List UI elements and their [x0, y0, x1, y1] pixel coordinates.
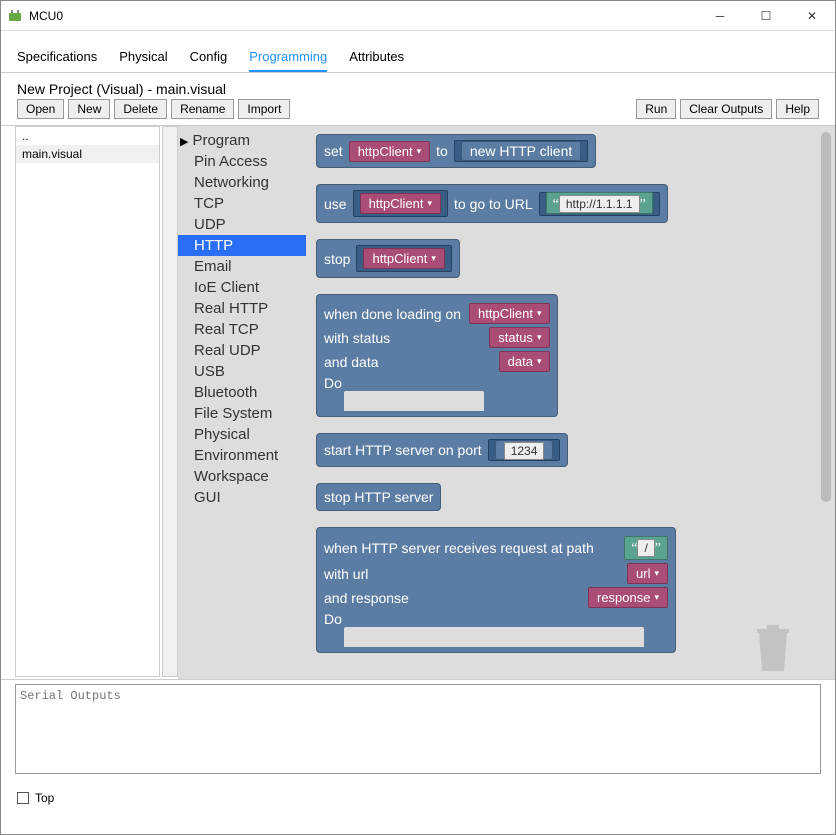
cat-email[interactable]: Email — [178, 256, 306, 277]
run-button[interactable]: Run — [636, 99, 676, 119]
toolbar: Open New Delete Rename Import Run Clear … — [1, 99, 835, 125]
use-label: use — [324, 196, 347, 212]
url-string[interactable]: “http://1.1.1.1” — [546, 192, 653, 214]
block-categories: Program Pin Access Networking TCP UDP HT… — [178, 126, 306, 679]
do-label2: Do — [324, 611, 342, 627]
tab-specifications[interactable]: Specifications — [17, 49, 97, 72]
cat-realhttp[interactable]: Real HTTP — [178, 298, 306, 319]
close-button[interactable]: ✕ — [789, 1, 835, 31]
bottom-bar: Top — [1, 783, 835, 813]
app-icon — [7, 8, 23, 24]
blocks-scrollbar[interactable] — [821, 132, 831, 502]
goto-label: to go to URL — [454, 196, 533, 212]
cat-networking[interactable]: Networking — [178, 172, 306, 193]
clear-outputs-button[interactable]: Clear Outputs — [680, 99, 772, 119]
port-value[interactable]: 1234 — [495, 440, 554, 460]
tab-config[interactable]: Config — [190, 49, 228, 72]
var-url[interactable]: url — [627, 563, 668, 584]
workspace: .. main.visual Program Pin Access Networ… — [1, 125, 835, 680]
new-button[interactable]: New — [68, 99, 110, 119]
file-list[interactable]: .. main.visual — [15, 126, 160, 677]
var-httpclient[interactable]: httpClient — [349, 141, 430, 162]
cat-udp[interactable]: UDP — [178, 214, 306, 235]
block-when-done[interactable]: when done loading on httpClient with stat… — [316, 294, 558, 417]
when-receives-label: when HTTP server receives request at pat… — [324, 540, 594, 556]
help-button[interactable]: Help — [776, 99, 819, 119]
path-string[interactable]: “/” — [624, 536, 668, 560]
cat-pinaccess[interactable]: Pin Access — [178, 151, 306, 172]
project-title: New Project (Visual) - main.visual — [1, 73, 835, 99]
cat-http[interactable]: HTTP — [178, 235, 306, 256]
block-when-receives[interactable]: when HTTP server receives request at pat… — [316, 527, 676, 653]
do-label: Do — [324, 375, 342, 391]
slot-httpclient[interactable]: httpClient — [353, 190, 448, 217]
titlebar: MCU0 ─ ☐ ✕ — [1, 1, 835, 31]
var-httpclient4[interactable]: httpClient — [469, 303, 550, 324]
with-url-label: with url — [324, 566, 368, 582]
filelist-scrollbar[interactable] — [162, 126, 178, 677]
file-item-main[interactable]: main.visual — [16, 145, 159, 163]
stop-label: stop — [324, 251, 350, 267]
cat-tcp[interactable]: TCP — [178, 193, 306, 214]
top-checkbox[interactable] — [17, 792, 29, 804]
window-title: MCU0 — [29, 9, 63, 23]
to-label: to — [436, 143, 448, 159]
stop-server-label: stop HTTP server — [324, 489, 433, 505]
tab-physical[interactable]: Physical — [119, 49, 167, 72]
cat-realudp[interactable]: Real UDP — [178, 340, 306, 361]
top-checkbox-label: Top — [35, 791, 54, 805]
tab-programming[interactable]: Programming — [249, 49, 327, 72]
do-mouth[interactable] — [344, 391, 484, 411]
cat-program[interactable]: Program — [178, 130, 306, 151]
open-button[interactable]: Open — [17, 99, 64, 119]
var-httpclient2[interactable]: httpClient — [360, 193, 441, 214]
delete-button[interactable]: Delete — [114, 99, 167, 119]
url-input[interactable]: http://1.1.1.1 — [559, 195, 640, 213]
slot-port[interactable]: 1234 — [488, 439, 561, 461]
block-set-httpclient[interactable]: set httpClient to new HTTP client — [316, 134, 596, 168]
block-stop-server[interactable]: stop HTTP server — [316, 483, 441, 511]
new-http-text: new HTTP client — [461, 141, 581, 161]
port-input[interactable]: 1234 — [504, 442, 545, 460]
slot-httpclient-stop[interactable]: httpClient — [356, 245, 451, 272]
cat-usb[interactable]: USB — [178, 361, 306, 382]
file-item-parent[interactable]: .. — [16, 127, 159, 145]
cat-realtcp[interactable]: Real TCP — [178, 319, 306, 340]
minimize-button[interactable]: ─ — [697, 1, 743, 31]
cat-bluetooth[interactable]: Bluetooth — [178, 382, 306, 403]
do-mouth2[interactable] — [344, 627, 644, 647]
trash-icon[interactable] — [751, 621, 795, 675]
cat-environment[interactable]: Environment — [178, 445, 306, 466]
block-use-goto[interactable]: use httpClient to go to URL “http://1.1.… — [316, 184, 668, 223]
blocks-canvas[interactable]: set httpClient to new HTTP client use ht… — [306, 126, 835, 679]
var-response[interactable]: response — [588, 587, 668, 608]
maximize-button[interactable]: ☐ — [743, 1, 789, 31]
and-data-label: and data — [324, 354, 379, 370]
block-stop[interactable]: stop httpClient — [316, 239, 460, 278]
serial-output[interactable] — [15, 684, 821, 774]
path-input[interactable]: / — [637, 539, 654, 557]
import-button[interactable]: Import — [238, 99, 290, 119]
tab-attributes[interactable]: Attributes — [349, 49, 404, 72]
main-tabs: Specifications Physical Config Programmi… — [1, 31, 835, 73]
rename-button[interactable]: Rename — [171, 99, 234, 119]
var-data[interactable]: data — [499, 351, 551, 372]
cat-physical[interactable]: Physical — [178, 424, 306, 445]
start-server-label: start HTTP server on port — [324, 442, 482, 458]
cat-filesystem[interactable]: File System — [178, 403, 306, 424]
cat-ioeclient[interactable]: IoE Client — [178, 277, 306, 298]
slot-url[interactable]: “http://1.1.1.1” — [539, 192, 660, 216]
block-start-server[interactable]: start HTTP server on port 1234 — [316, 433, 568, 467]
when-done-label: when done loading on — [324, 306, 461, 322]
cat-gui[interactable]: GUI — [178, 487, 306, 508]
slot-newhttp[interactable]: new HTTP client — [454, 140, 588, 162]
with-status-label: with status — [324, 330, 390, 346]
set-label: set — [324, 143, 343, 159]
var-httpclient3[interactable]: httpClient — [363, 248, 444, 269]
cat-workspace[interactable]: Workspace — [178, 466, 306, 487]
and-response-label: and response — [324, 590, 409, 606]
var-status[interactable]: status — [489, 327, 550, 348]
